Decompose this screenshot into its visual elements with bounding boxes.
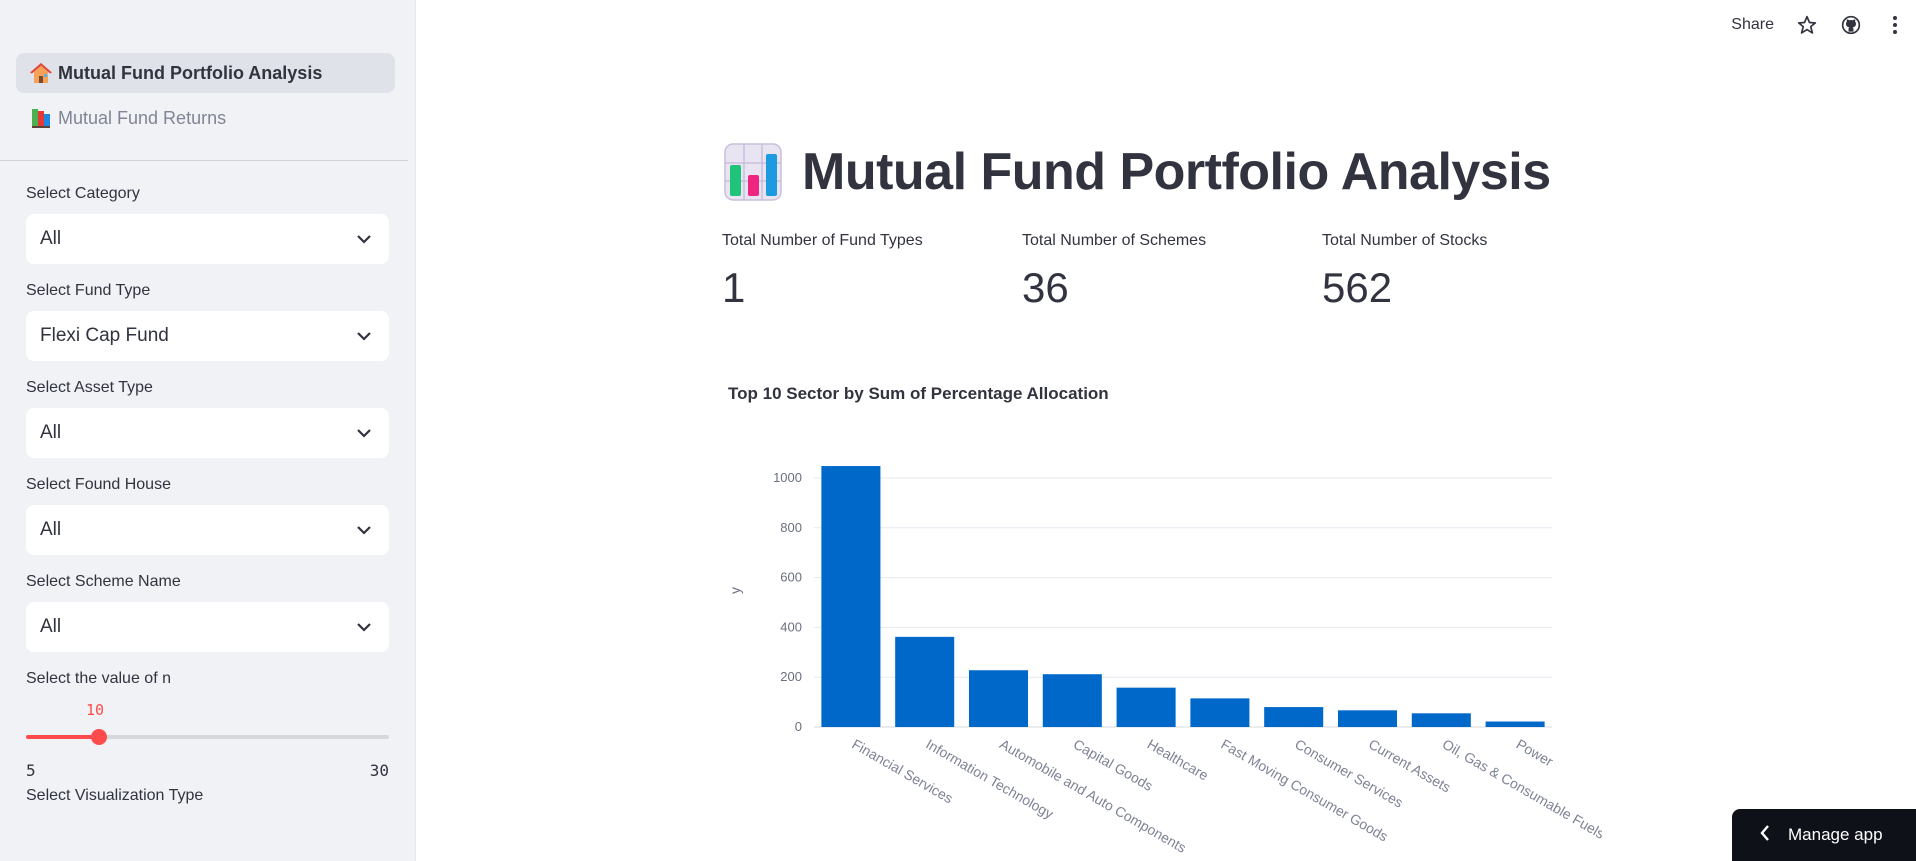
bar: [1337, 710, 1398, 727]
star-icon[interactable]: [1796, 14, 1818, 36]
books-icon: [28, 105, 54, 131]
select-value: All: [40, 519, 62, 540]
bar: [895, 636, 955, 727]
select-value: All: [40, 616, 62, 637]
metric-value: 562: [1322, 264, 1393, 311]
filter-label: Select Category: [26, 185, 140, 202]
y-tick-label: 200: [780, 669, 802, 684]
slider-min: 5: [26, 761, 36, 780]
filter-scheme-name: Select Scheme Name All: [26, 573, 389, 652]
y-tick-label: 0: [795, 719, 802, 734]
y-axis-label: y: [727, 587, 743, 594]
bar: [1116, 687, 1176, 727]
chart-title: Top 10 Sector by Sum of Percentage Alloc…: [728, 384, 1109, 403]
slider-current-value: 10: [86, 701, 105, 719]
manage-app-button[interactable]: Manage app: [1732, 809, 1916, 861]
filter-category: Select Category All: [26, 185, 389, 264]
chevron-down-icon: [357, 228, 371, 250]
more-vertical-icon[interactable]: [1884, 14, 1906, 36]
chevron-down-icon: [357, 325, 371, 347]
sidebar: Mutual Fund Portfolio Analysis Mutual Fu…: [0, 0, 416, 861]
nav-item-label: Mutual Fund Returns: [58, 107, 227, 128]
x-tick-label: Power: [1514, 736, 1557, 770]
filters: Select Category All Select Fund Type Fle…: [0, 161, 415, 807]
filter-fund-house: Select Found House All: [26, 476, 389, 555]
asset-type-select[interactable]: All: [26, 408, 389, 458]
share-button[interactable]: Share: [1731, 16, 1774, 34]
metrics-row: Total Number of Fund Types 1 Total Numbe…: [722, 232, 1622, 312]
metric-label: Total Number of Schemes: [1022, 232, 1207, 249]
n-slider[interactable]: 10 5 30: [26, 699, 389, 780]
filter-n-slider: Select the value of n 10 5 30: [26, 670, 389, 780]
metric-label: Total Number of Fund Types: [722, 232, 923, 249]
app: Mutual Fund Portfolio Analysis Mutual Fu…: [0, 0, 1916, 861]
select-value: All: [40, 422, 62, 443]
select-value: Flexi Cap Fund: [40, 325, 169, 346]
metric-label: Total Number of Stocks: [1322, 232, 1488, 249]
sidebar-nav: Mutual Fund Portfolio Analysis Mutual Fu…: [0, 0, 415, 138]
scheme-name-select[interactable]: All: [26, 602, 389, 652]
slider-max: 30: [369, 761, 389, 780]
sector-bar-chart: 02004006008001000yFinancial ServicesInfo…: [727, 466, 1602, 856]
bar: [968, 670, 1029, 727]
github-icon[interactable]: [1840, 14, 1862, 36]
bar: [1411, 713, 1471, 727]
chevron-down-icon: [357, 616, 371, 638]
nav-item-label: Mutual Fund Portfolio Analysis: [58, 62, 323, 83]
metric-value: 36: [1022, 264, 1069, 311]
slider-fill: [26, 735, 99, 739]
category-select[interactable]: All: [26, 214, 389, 264]
filter-label: Select Found House: [26, 476, 171, 493]
viz-type-label: Select Visualization Type: [26, 787, 204, 804]
chevron-left-icon: [1760, 824, 1770, 846]
bar: [1190, 698, 1250, 727]
filter-label: Select Scheme Name: [26, 573, 181, 590]
manage-app-label: Manage app: [1788, 825, 1883, 844]
chevron-down-icon: [357, 519, 371, 541]
metric-stocks: Total Number of Stocks 562: [1322, 232, 1622, 312]
x-tick-label: Information Technology: [923, 736, 1056, 822]
house-icon: [28, 60, 54, 86]
metric-fund-types: Total Number of Fund Types 1: [722, 232, 1022, 312]
bar-chart-icon: [724, 143, 782, 201]
select-value: All: [40, 228, 62, 249]
y-tick-label: 400: [780, 619, 802, 634]
top-toolbar: Share: [1731, 14, 1906, 36]
fund-house-select[interactable]: All: [26, 505, 389, 555]
title-row: Mutual Fund Portfolio Analysis: [724, 142, 1551, 202]
chevron-down-icon: [357, 422, 371, 444]
bar: [1042, 674, 1102, 727]
nav-item-fund-returns[interactable]: Mutual Fund Returns: [16, 98, 395, 138]
fund-type-select[interactable]: Flexi Cap Fund: [26, 311, 389, 361]
bar: [1264, 707, 1324, 727]
slider-label: Select the value of n: [26, 670, 171, 687]
filter-label: Select Asset Type: [26, 379, 153, 396]
filter-label: Select Fund Type: [26, 282, 151, 299]
bar: [821, 466, 881, 727]
y-tick-label: 800: [780, 520, 802, 535]
metric-schemes: Total Number of Schemes 36: [1022, 232, 1322, 312]
bar: [1485, 721, 1545, 727]
y-tick-label: 600: [780, 570, 802, 585]
page-title: Mutual Fund Portfolio Analysis: [802, 143, 1551, 201]
y-tick-label: 1000: [773, 470, 802, 485]
x-tick-label: Healthcare: [1145, 736, 1212, 784]
filter-fund-type: Select Fund Type Flexi Cap Fund: [26, 282, 389, 361]
metric-value: 1: [722, 264, 746, 311]
slider-thumb[interactable]: [90, 729, 107, 745]
filter-asset-type: Select Asset Type All: [26, 379, 389, 458]
nav-item-portfolio-analysis[interactable]: Mutual Fund Portfolio Analysis: [16, 53, 395, 93]
